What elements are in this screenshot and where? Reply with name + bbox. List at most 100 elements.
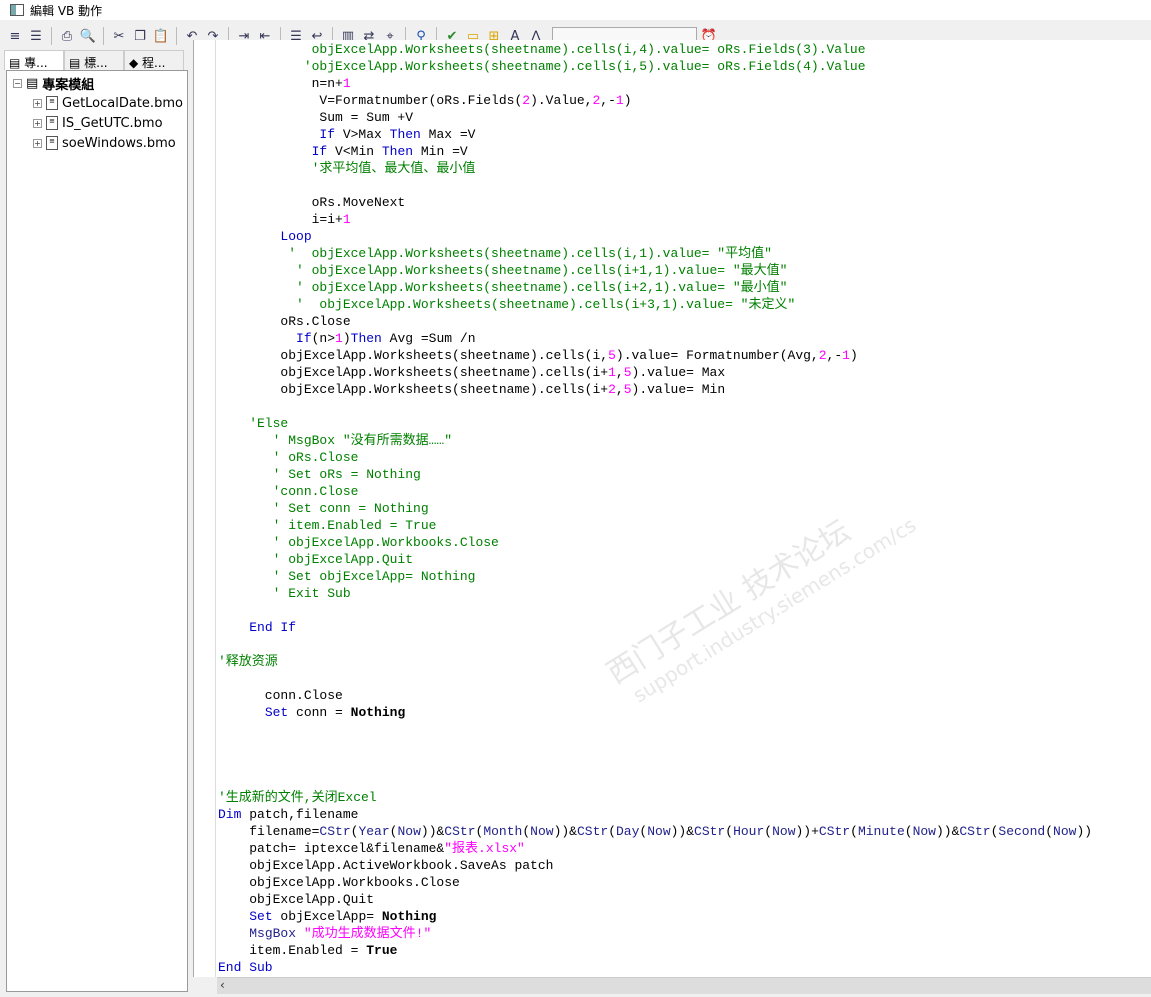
code-token: 1 — [608, 365, 616, 380]
tab-label: 專... — [24, 56, 48, 70]
code-line: ' objExcelApp.Worksheets(sheetname).cell… — [218, 262, 1092, 279]
tab-tags[interactable]: ▤ 標... — [64, 50, 124, 70]
code-token: ' Exit Sub — [218, 586, 351, 601]
code-token: Then — [350, 331, 382, 346]
code-token: Now — [1053, 824, 1077, 839]
code-line: oRs.MoveNext — [218, 194, 1092, 211]
code-editor[interactable]: objExcelApp.Worksheets(sheetname).cells(… — [193, 40, 1151, 977]
code-token: ( — [608, 824, 616, 839]
code-area[interactable]: objExcelApp.Worksheets(sheetname).cells(… — [218, 41, 1092, 976]
code-token: '求平均值、最大值、最小值 — [218, 161, 476, 176]
code-token: )) — [1076, 824, 1093, 839]
code-line: If(n>1)Then Avg =Sum /n — [218, 330, 1092, 347]
code-token: ' objExcelApp.Worksheets(sheetname).cell… — [218, 263, 788, 278]
align-icon[interactable]: ☰ — [27, 27, 45, 45]
code-token: 2 — [522, 93, 531, 108]
code-line: 'Else — [218, 415, 1092, 432]
code-token: ( — [850, 824, 858, 839]
print-preview-icon[interactable]: 🔍 — [79, 27, 97, 45]
code-token: 'Else — [218, 416, 289, 431]
code-token: ) — [623, 93, 632, 108]
expand-icon[interactable]: + — [33, 98, 42, 108]
paste-icon[interactable]: 📋 — [152, 27, 170, 45]
code-token: CStr — [694, 824, 726, 839]
separator — [103, 27, 104, 45]
code-token: "报表.xlsx" — [444, 841, 525, 856]
horizontal-scrollbar[interactable]: ‹ — [217, 977, 1151, 994]
code-line: objExcelApp.Worksheets(sheetname).cells(… — [218, 364, 1092, 381]
tab-program[interactable]: ◆ 程... — [124, 50, 184, 70]
code-token: ))& — [670, 824, 695, 839]
project-panel: ▤ 專... ▤ 標... ◆ 程... − ▤ 專案模組 + ≡ GetLoca… — [4, 50, 189, 995]
code-token: Then — [389, 127, 421, 142]
code-token: ))& — [553, 824, 577, 839]
code-token: ' objExcelApp.Quit — [218, 552, 414, 567]
code-token: '生成新的文件,关闭Excel — [218, 790, 377, 805]
code-token: patch= iptexcel&filename& — [218, 841, 445, 856]
code-token: ,- — [600, 93, 616, 108]
code-token: V<Min — [327, 144, 382, 159]
code-token: V>Max — [335, 127, 390, 142]
code-token: 5 — [623, 382, 632, 397]
code-token: Now — [530, 824, 554, 839]
tree-root[interactable]: − ▤ 專案模組 — [7, 73, 187, 93]
code-token: True — [366, 943, 398, 958]
code-token: 1 — [615, 93, 624, 108]
code-token: CStr — [576, 824, 609, 839]
code-line: ' objExcelApp.Quit — [218, 551, 1092, 568]
code-line: End If — [218, 619, 1092, 636]
code-token: 5 — [623, 365, 632, 380]
code-token: CStr — [444, 824, 476, 839]
code-token: oRs.Close — [218, 314, 351, 329]
code-token: ).Value, — [530, 93, 593, 108]
code-line: ' item.Enabled = True — [218, 517, 1092, 534]
code-token: Now — [912, 824, 936, 839]
tab-project[interactable]: ▤ 專... — [4, 50, 64, 70]
tree-item[interactable]: + ≡ IS_GetUTC.bmo — [7, 113, 187, 133]
code-line: objExcelApp.Worksheets(sheetname).cells(… — [218, 347, 1092, 364]
code-token: ' objExcelApp.Workbooks.Close — [218, 535, 499, 550]
code-token: Month — [483, 824, 523, 839]
code-line: ' MsgBox "没有所需数据……" — [218, 432, 1092, 449]
code-line: n=n+1 — [218, 75, 1092, 92]
code-token: conn.Close — [218, 688, 343, 703]
code-token: 5 — [608, 348, 616, 363]
code-token: objExcelApp.Worksheets(sheetname).cells(… — [218, 348, 609, 363]
code-token: ' Set objExcelApp= Nothing — [218, 569, 476, 584]
code-token: ( — [1045, 824, 1054, 839]
code-token: Hour — [733, 824, 765, 839]
code-token: ( — [522, 824, 531, 839]
print-icon[interactable]: ⎙ — [58, 27, 76, 45]
code-token: MsgBox — [249, 926, 297, 941]
code-token: Minute — [857, 824, 905, 839]
code-token: ).value= Min — [631, 382, 726, 397]
code-token: ' item.Enabled = True — [218, 518, 437, 533]
tree-item[interactable]: + ≡ GetLocalDate.bmo — [7, 93, 187, 113]
expand-icon[interactable]: + — [33, 118, 42, 128]
code-token: (n> — [311, 331, 336, 346]
code-token: Nothing — [350, 705, 406, 720]
copy-icon[interactable]: ❐ — [131, 27, 149, 45]
code-line: ' objExcelApp.Worksheets(sheetname).cell… — [218, 245, 1092, 262]
code-token: patch,filename — [241, 807, 359, 822]
code-token: End If — [249, 620, 297, 635]
scroll-left-icon[interactable]: ‹ — [220, 978, 225, 992]
cut-icon[interactable]: ✂ — [110, 27, 128, 45]
collapse-icon[interactable]: − — [13, 78, 22, 88]
code-token: Day — [616, 824, 640, 839]
code-line: oRs.Close — [218, 313, 1092, 330]
code-token: 1 — [335, 331, 343, 346]
expand-icon[interactable]: + — [33, 138, 42, 148]
code-line: V=Formatnumber(oRs.Fields(2).Value,2,-1) — [218, 92, 1092, 109]
code-token: V=Formatnumber(oRs.Fields( — [218, 93, 523, 108]
tree-item[interactable]: + ≡ soeWindows.bmo — [7, 133, 187, 153]
code-token: 'conn.Close — [218, 484, 359, 499]
code-token: , — [615, 365, 624, 380]
code-token: ) — [342, 331, 351, 346]
code-line: End Sub — [218, 959, 1092, 976]
